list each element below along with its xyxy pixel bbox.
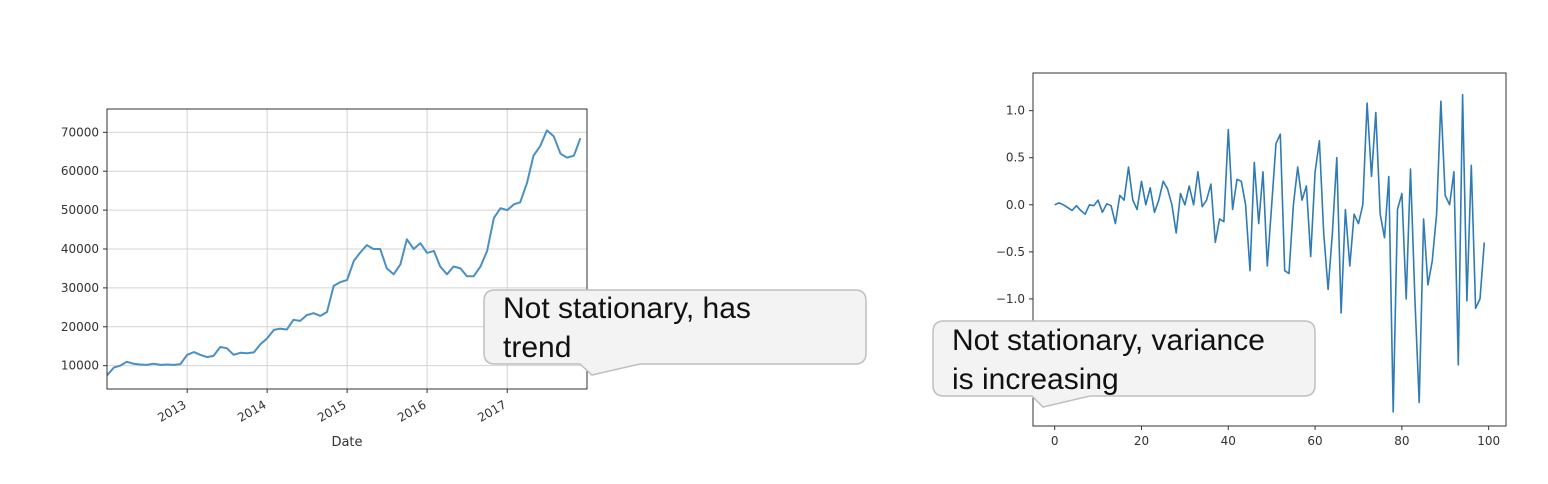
right-chart-y-tick-label: −1.0 [996, 292, 1025, 306]
callout-trend-text-line1: Not stationary, has [503, 292, 751, 325]
left-chart-x-tick-label: 2013 [155, 397, 188, 424]
left-chart-y-tick-label: 60000 [61, 164, 99, 178]
left-chart-x-tick-label: 2015 [315, 397, 348, 424]
right-chart-x-tick-label: 40 [1221, 434, 1236, 448]
right-chart-y-tick-label: −0.5 [996, 245, 1025, 259]
left-chart-x-ticks: 2013 2014 2015 2016 2017 [155, 389, 509, 425]
left-chart-x-tick-label: 2014 [235, 397, 268, 424]
left-chart-x-tick-label: 2016 [395, 397, 428, 424]
right-chart-y-tick-label: 0.0 [1006, 198, 1025, 212]
left-chart-x-tick-label: 2017 [475, 397, 508, 424]
right-chart-y-tick-label: 1.0 [1006, 104, 1025, 118]
callout-variance-text-line2: is increasing [952, 363, 1119, 396]
right-chart-x-tick-label: 0 [1051, 434, 1059, 448]
left-chart-x-axis-label: Date [331, 435, 362, 450]
left-chart-y-tick-label: 40000 [61, 242, 99, 256]
callout-trend-text-line2: trend [503, 331, 571, 364]
left-chart-y-tick-label: 70000 [61, 125, 99, 139]
right-chart-x-tick-label: 80 [1394, 434, 1409, 448]
right-chart-y-ticks: 1.0 0.5 0.0 −0.5 −1.0 [996, 104, 1033, 306]
right-chart-y-tick-label: 0.5 [1006, 151, 1025, 165]
left-chart-y-tick-label: 50000 [61, 203, 99, 217]
callout-variance-text-line1: Not stationary, variance [952, 324, 1265, 357]
callout-trend: Not stationary, has trend [483, 289, 867, 376]
left-chart-y-tick-label: 10000 [61, 359, 99, 373]
right-chart-x-tick-label: 60 [1307, 434, 1322, 448]
left-chart-y-tick-label: 30000 [61, 281, 99, 295]
right-chart-x-tick-label: 20 [1134, 434, 1149, 448]
left-chart: 10000 20000 30000 40000 50000 60000 70000 2013… [61, 108, 588, 450]
left-chart-y-tick-label: 20000 [61, 320, 99, 334]
slide-canvas: 10000 20000 30000 40000 50000 60000 70000 2013… [61, 72, 1507, 450]
callout-variance: Not stationary, variance is increasing [932, 320, 1316, 408]
right-chart-x-tick-label: 100 [1477, 434, 1500, 448]
right-chart-x-ticks: 0 20 40 60 80 100 [1051, 426, 1500, 448]
left-chart-y-ticks: 10000 20000 30000 40000 50000 60000 70000 [61, 125, 107, 373]
